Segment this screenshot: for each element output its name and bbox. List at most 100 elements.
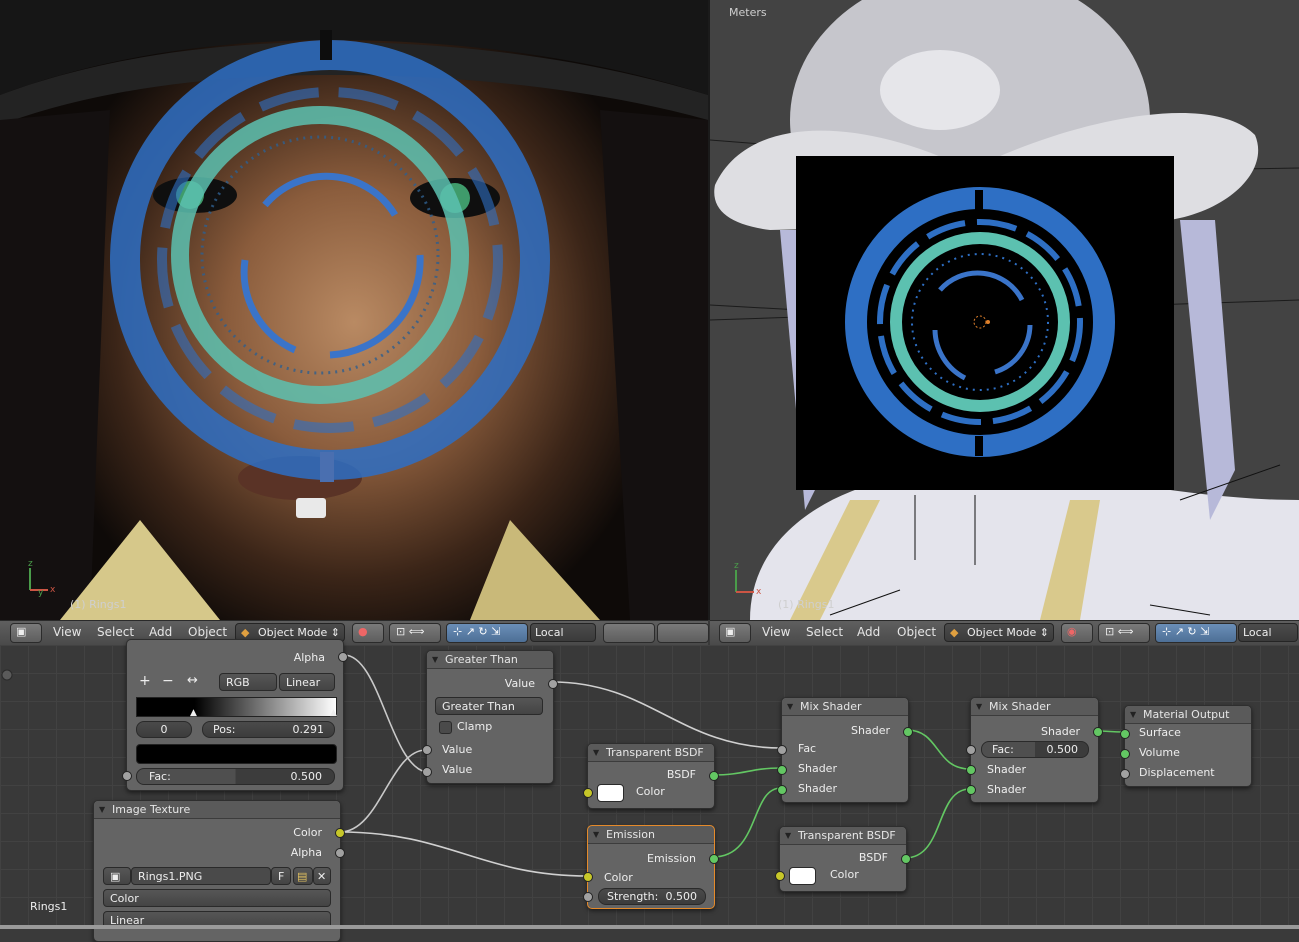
menu-add[interactable]: Add bbox=[149, 625, 172, 639]
clamp-checkbox[interactable] bbox=[439, 721, 452, 734]
color-mode-select[interactable]: RGB bbox=[219, 673, 277, 691]
material-output-header[interactable]: Material Output bbox=[1125, 706, 1251, 724]
image-browse-button[interactable]: ▣ bbox=[103, 867, 131, 885]
mode-dropdown[interactable]: ◆ Object Mode ⇕ bbox=[944, 623, 1054, 642]
color-input-socket[interactable] bbox=[583, 788, 593, 798]
node-title: Emission bbox=[606, 828, 655, 841]
mix-shader-header[interactable]: Mix Shader bbox=[971, 698, 1098, 716]
fac-label: Fac: bbox=[149, 770, 171, 783]
3d-viewport-right[interactable]: z x Meters (1) Rings1 bbox=[710, 0, 1299, 620]
material-name-label: Rings1 bbox=[30, 900, 68, 913]
manipulator-buttons[interactable]: ⊹ ↗ ↻ ⇲ bbox=[446, 623, 528, 643]
menu-add[interactable]: Add bbox=[857, 625, 880, 639]
displacement-input-socket[interactable] bbox=[1120, 769, 1130, 779]
shading-button[interactable]: ◉ bbox=[1061, 623, 1093, 643]
color-input-socket[interactable] bbox=[583, 872, 593, 882]
fac-value: 0.500 bbox=[290, 770, 323, 783]
image-texture-node[interactable]: Image Texture Color Alpha ▣ Rings1.PNG F… bbox=[93, 800, 345, 942]
color-input-label: Color bbox=[830, 868, 859, 881]
strength-input-socket[interactable] bbox=[583, 892, 593, 902]
layer-buttons-1[interactable] bbox=[603, 623, 655, 643]
image-name-field[interactable]: Rings1.PNG bbox=[131, 867, 271, 885]
fac-field[interactable]: Fac: 0.500 bbox=[981, 741, 1089, 758]
unlink-image-button[interactable]: ✕ bbox=[313, 867, 331, 885]
emission-output-socket[interactable] bbox=[709, 854, 719, 864]
emission-header[interactable]: Emission bbox=[588, 826, 714, 844]
pivot-button[interactable]: ⊡ ⟺ bbox=[1098, 623, 1150, 643]
shader-input-socket-1[interactable] bbox=[777, 765, 787, 775]
ramp-stop-white[interactable]: ▲ bbox=[330, 708, 337, 718]
ramp-stop-black[interactable]: ▲ bbox=[190, 708, 197, 718]
value-input-socket-1[interactable] bbox=[422, 745, 432, 755]
material-output-node[interactable]: Material Output Surface Volume Displacem… bbox=[1120, 705, 1252, 787]
mix-shader-header[interactable]: Mix Shader bbox=[782, 698, 908, 716]
stop-index-field[interactable]: 0 bbox=[136, 721, 192, 738]
bsdf-output-socket[interactable] bbox=[709, 771, 719, 781]
editor-type-button[interactable]: ▣ bbox=[10, 623, 42, 643]
strength-field[interactable]: Strength: 0.500 bbox=[598, 888, 706, 905]
color-input-socket[interactable] bbox=[775, 871, 785, 881]
node-editor[interactable]: Alpha + − ↔ RGB Linear ▲ ▲ 0 Pos: 0.291 … bbox=[0, 639, 1299, 942]
shader-input-socket-2[interactable] bbox=[777, 785, 787, 795]
stop-color-swatch[interactable] bbox=[136, 744, 337, 764]
image-name-value: Rings1.PNG bbox=[138, 870, 203, 883]
colorspace-select[interactable]: Color bbox=[103, 889, 331, 907]
fac-field[interactable]: Fac: 0.500 bbox=[136, 768, 335, 785]
alpha-output-label: Alpha bbox=[290, 846, 322, 859]
color-output-socket[interactable] bbox=[335, 828, 345, 838]
color-swatch[interactable] bbox=[789, 867, 816, 885]
shading-button[interactable]: ● bbox=[352, 623, 384, 643]
color-ramp-node[interactable]: Alpha + − ↔ RGB Linear ▲ ▲ 0 Pos: 0.291 … bbox=[122, 639, 348, 791]
horizontal-scrollbar[interactable] bbox=[0, 925, 1299, 929]
menu-view[interactable]: View bbox=[53, 625, 81, 639]
shader-output-socket[interactable] bbox=[1093, 727, 1103, 737]
shader-input-socket-1[interactable] bbox=[966, 765, 976, 775]
surface-input-socket[interactable] bbox=[1120, 729, 1130, 739]
color-swatch[interactable] bbox=[597, 784, 624, 802]
image-texture-header[interactable]: Image Texture bbox=[94, 801, 340, 819]
manipulator-buttons[interactable]: ⊹ ↗ ↻ ⇲ bbox=[1155, 623, 1237, 643]
pivot-button[interactable]: ⊡ ⟺ bbox=[389, 623, 441, 643]
menu-select[interactable]: Select bbox=[806, 625, 843, 639]
flip-ramp-button[interactable]: ↔ bbox=[187, 673, 198, 688]
transparent-bsdf-header[interactable]: Transparent BSDF bbox=[780, 827, 906, 845]
emission-node[interactable]: Emission Emission Color Strength: 0.500 bbox=[583, 825, 719, 909]
fake-user-button[interactable]: F bbox=[271, 867, 291, 885]
color-ramp-gradient[interactable] bbox=[136, 697, 337, 717]
open-image-button[interactable]: ▤ bbox=[293, 867, 313, 885]
viewport-object-label: (1) Rings1 bbox=[70, 598, 127, 611]
render-viewport-left[interactable]: z x y (1) Rings1 bbox=[0, 0, 708, 620]
menu-view[interactable]: View bbox=[762, 625, 790, 639]
alpha-output-socket[interactable] bbox=[335, 848, 345, 858]
menu-select[interactable]: Select bbox=[97, 625, 134, 639]
transparent-bsdf-node-2[interactable]: Transparent BSDF BSDF Color bbox=[775, 826, 911, 892]
remove-stop-button[interactable]: − bbox=[162, 673, 174, 689]
mix-shader-node-1[interactable]: Mix Shader Shader Fac Shader Shader bbox=[777, 697, 913, 803]
layer-buttons-2[interactable] bbox=[657, 623, 709, 643]
bsdf-output-socket[interactable] bbox=[901, 854, 911, 864]
orientation-dropdown[interactable]: Local bbox=[1238, 623, 1298, 642]
greater-than-header[interactable]: Greater Than bbox=[427, 651, 553, 669]
value-input-socket-2[interactable] bbox=[422, 767, 432, 777]
math-operation-select[interactable]: Greater Than bbox=[435, 697, 543, 715]
greater-than-node[interactable]: Greater Than Value Greater Than Clamp Va… bbox=[422, 650, 558, 784]
transparent-bsdf-node-1[interactable]: Transparent BSDF BSDF Color bbox=[583, 743, 719, 809]
fac-input-socket[interactable] bbox=[122, 771, 132, 781]
shader-output-socket[interactable] bbox=[903, 727, 913, 737]
transparent-bsdf-header[interactable]: Transparent BSDF bbox=[588, 744, 714, 762]
orientation-dropdown[interactable]: Local bbox=[530, 623, 596, 642]
menu-object[interactable]: Object bbox=[188, 625, 227, 639]
alpha-output-socket[interactable] bbox=[338, 652, 348, 662]
shader-input-socket-2[interactable] bbox=[966, 785, 976, 795]
mix-shader-node-2[interactable]: Mix Shader Shader Fac: 0.500 Shader Shad… bbox=[966, 697, 1103, 803]
fac-input-socket[interactable] bbox=[777, 745, 787, 755]
value-input-label-2: Value bbox=[442, 763, 473, 776]
interpolation-select[interactable]: Linear bbox=[279, 673, 335, 691]
menu-object[interactable]: Object bbox=[897, 625, 936, 639]
editor-type-button[interactable]: ▣ bbox=[719, 623, 751, 643]
value-output-socket[interactable] bbox=[548, 679, 558, 689]
fac-input-socket[interactable] bbox=[966, 745, 976, 755]
volume-input-socket[interactable] bbox=[1120, 749, 1130, 759]
stop-position-field[interactable]: Pos: 0.291 bbox=[202, 721, 335, 738]
add-stop-button[interactable]: + bbox=[139, 673, 151, 689]
